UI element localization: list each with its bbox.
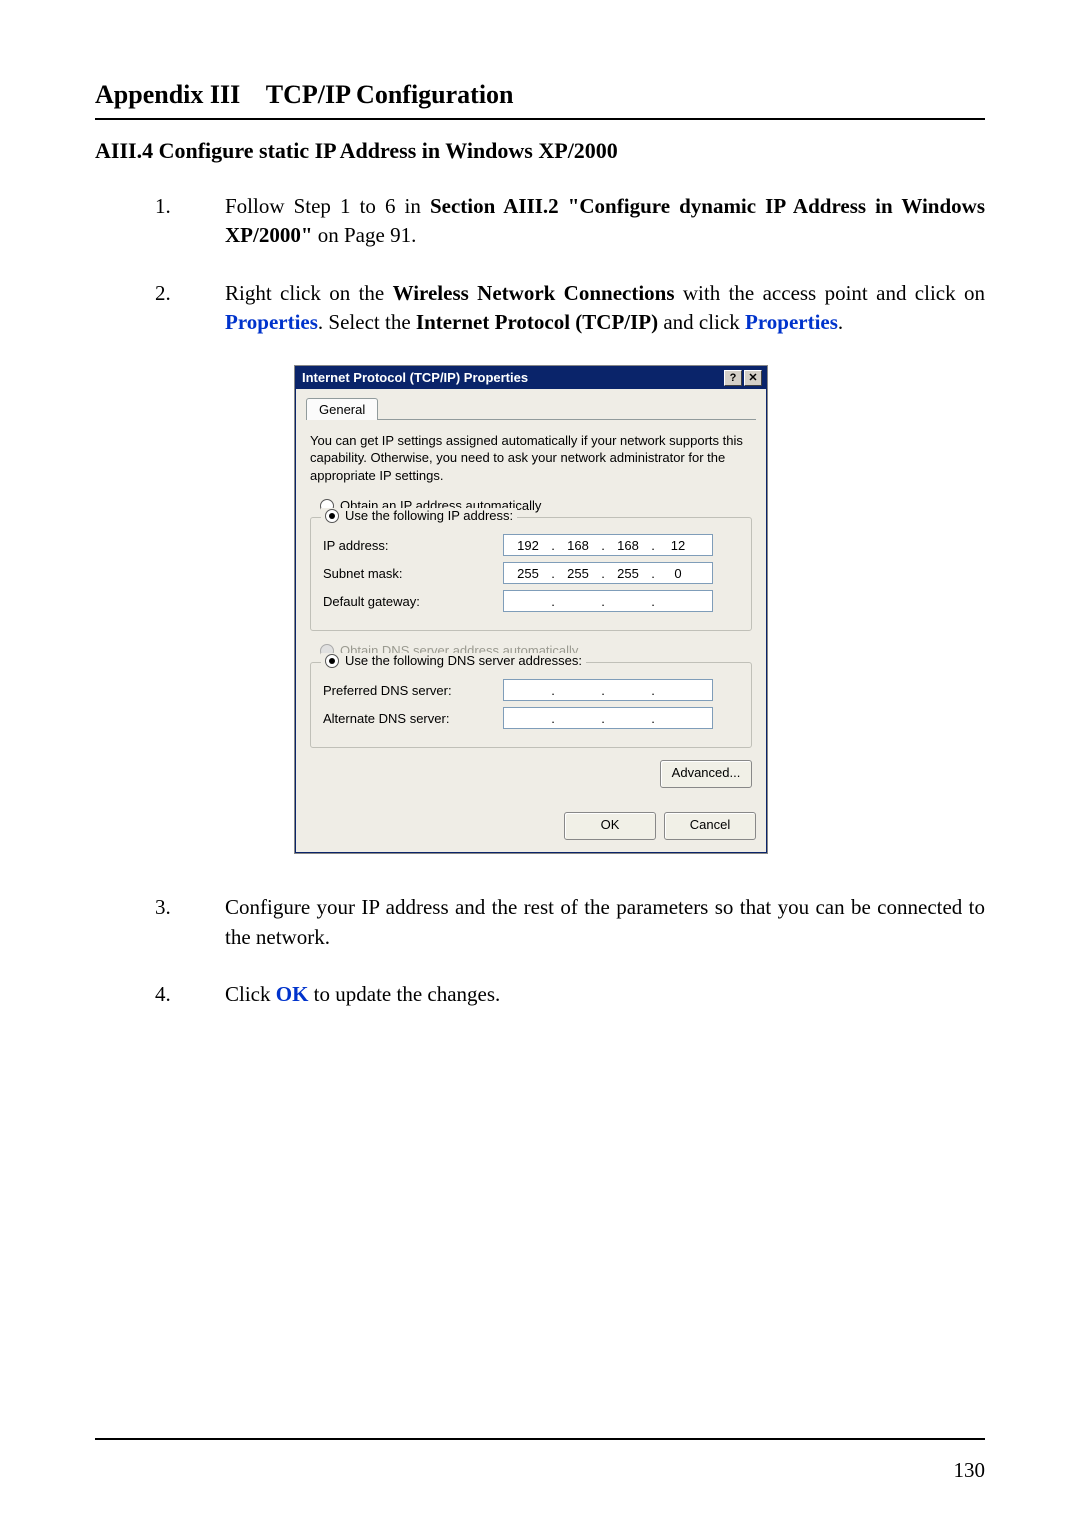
step-4-prefix: Click (225, 982, 276, 1006)
radio-use-ip-label: Use the following IP address: (345, 508, 513, 523)
tcpip-properties-dialog: Internet Protocol (TCP/IP) Properties ? … (295, 366, 767, 854)
label-mask: Subnet mask: (323, 566, 503, 581)
dialog-title: Internet Protocol (TCP/IP) Properties (302, 370, 528, 385)
step-3-text: Configure your IP address and the rest o… (225, 895, 985, 948)
label-alt-dns: Alternate DNS server: (323, 711, 503, 726)
step-1: 1. Follow Step 1 to 6 in Section AIII.2 … (155, 192, 985, 251)
step-2-mid3: and click (658, 310, 745, 334)
dialog-explain: You can get IP settings assigned automat… (310, 432, 752, 485)
ip-oct-1: 192 (508, 538, 548, 553)
label-pref-dns: Preferred DNS server: (323, 683, 503, 698)
alt-dns-input[interactable]: . . . (503, 707, 713, 729)
mask-oct-2: 255 (558, 566, 598, 581)
step-2-suffix: . (838, 310, 843, 334)
ip-oct-4: 12 (658, 538, 698, 553)
tab-general[interactable]: General (306, 398, 378, 420)
pref-dns-input[interactable]: . . . (503, 679, 713, 701)
step-1-prefix: Follow Step 1 to 6 in (225, 194, 430, 218)
step-2-bold1: Wireless Network Connections (393, 281, 675, 305)
steps-list: 1. Follow Step 1 to 6 in Section AIII.2 … (155, 192, 985, 338)
step-2-prefix: Right click on the (225, 281, 393, 305)
radio-icon (325, 509, 339, 523)
step-2-blue2: Properties (745, 310, 838, 334)
cancel-button[interactable]: Cancel (664, 812, 756, 840)
dns-group: Use the following DNS server addresses: … (310, 662, 752, 748)
page-number: 130 (95, 1458, 985, 1483)
advanced-button[interactable]: Advanced... (660, 760, 752, 788)
radio-use-dns[interactable]: Use the following DNS server addresses: (321, 653, 586, 668)
step-2-blue1: Properties (225, 310, 318, 334)
radio-icon (325, 654, 339, 668)
ip-group: Use the following IP address: IP address… (310, 517, 752, 631)
ok-button[interactable]: OK (564, 812, 656, 840)
radio-use-ip[interactable]: Use the following IP address: (321, 508, 517, 523)
dialog-body: General You can get IP settings assigned… (296, 389, 766, 803)
subnet-mask-input[interactable]: 255. 255. 255. 0 (503, 562, 713, 584)
step-3-num: 3. (155, 893, 225, 952)
gateway-input[interactable]: . . . (503, 590, 713, 612)
tab-row: General (306, 397, 756, 420)
step-3: 3. Configure your IP address and the res… (155, 893, 985, 952)
dialog-screenshot: Internet Protocol (TCP/IP) Properties ? … (295, 366, 985, 854)
step-2: 2. Right click on the Wireless Network C… (155, 279, 985, 338)
ip-address-input[interactable]: 192. 168. 168. 12 (503, 534, 713, 556)
dialog-titlebar: Internet Protocol (TCP/IP) Properties ? … (296, 367, 766, 389)
step-4-blue: OK (276, 982, 309, 1006)
ip-oct-3: 168 (608, 538, 648, 553)
step-2-bold2: Internet Protocol (TCP/IP) (416, 310, 658, 334)
mask-oct-1: 255 (508, 566, 548, 581)
ip-oct-2: 168 (558, 538, 598, 553)
page-footer: 130 (95, 1432, 985, 1483)
step-1-num: 1. (155, 192, 225, 251)
page-header: Appendix III TCP/IP Configuration (95, 80, 985, 110)
appendix-title: Appendix III (95, 80, 240, 109)
step-4: 4. Click OK to update the changes. (155, 980, 985, 1009)
radio-use-dns-label: Use the following DNS server addresses: (345, 653, 582, 668)
mask-oct-4: 0 (658, 566, 698, 581)
step-2-mid1: with the access point and click on (675, 281, 985, 305)
step-2-mid2: . Select the (318, 310, 416, 334)
close-button[interactable]: ✕ (744, 370, 762, 386)
header-rule (95, 118, 985, 120)
step-4-num: 4. (155, 980, 225, 1009)
step-4-suffix: to update the changes. (308, 982, 500, 1006)
step-2-num: 2. (155, 279, 225, 338)
mask-oct-3: 255 (608, 566, 648, 581)
step-1-suffix: on Page 91. (313, 223, 417, 247)
footer-rule (95, 1438, 985, 1440)
section-title: AIII.4 Configure static IP Address in Wi… (95, 138, 985, 164)
help-button[interactable]: ? (724, 370, 742, 386)
label-ip: IP address: (323, 538, 503, 553)
appendix-subject: TCP/IP Configuration (266, 80, 514, 109)
steps-list-continued: 3. Configure your IP address and the res… (155, 893, 985, 1009)
label-gateway: Default gateway: (323, 594, 503, 609)
